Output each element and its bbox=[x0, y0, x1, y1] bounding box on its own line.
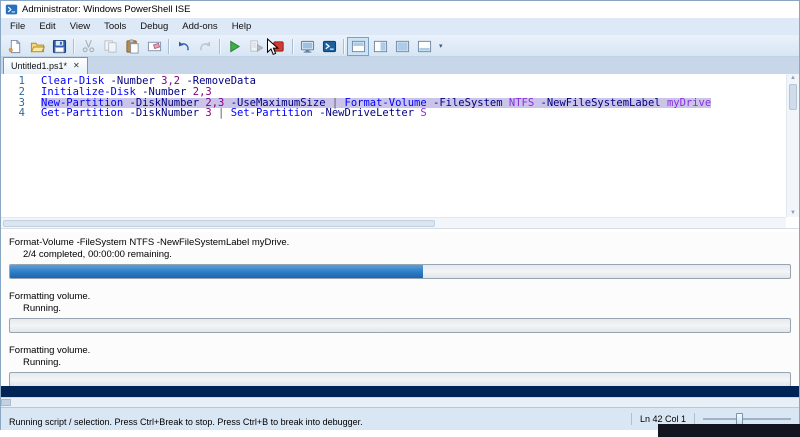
tab-untitled1[interactable]: Untitled1.ps1* ✕ bbox=[3, 57, 88, 74]
progress-child-2: Formatting volume. Running. bbox=[1, 345, 799, 386]
script-pane-right-icon bbox=[373, 39, 388, 54]
cut-icon bbox=[81, 39, 96, 54]
toolbar-separator bbox=[219, 38, 220, 54]
screen: Administrator: Windows PowerShell ISE Fi… bbox=[0, 0, 800, 437]
menu-item-view[interactable]: View bbox=[63, 19, 97, 34]
line-number: 4 bbox=[18, 107, 25, 120]
horizontal-scroll-thumb[interactable] bbox=[3, 220, 435, 227]
progress-activity: Format-Volume -FileSystem NTFS -NewFileS… bbox=[9, 237, 290, 248]
menu-item-edit[interactable]: Edit bbox=[32, 19, 62, 34]
paste-button[interactable] bbox=[121, 37, 143, 56]
menu-item-addons[interactable]: Add-ons bbox=[175, 19, 224, 34]
window-title: Administrator: Windows PowerShell ISE bbox=[22, 4, 191, 15]
progress-activity: Formatting volume. bbox=[9, 291, 91, 302]
progress-child-1: Formatting volume. Running. bbox=[1, 291, 799, 333]
code-line-4[interactable]: 4 Get-Partition -DiskNumber 3 | Set-Parti… bbox=[1, 108, 786, 119]
cursor-position: Ln 42 Col 1 bbox=[639, 414, 686, 424]
zoom-slider-track bbox=[703, 418, 791, 420]
menu-bar: File Edit View Tools Debug Add-ons Help bbox=[1, 18, 799, 36]
clear-console-pane-button[interactable] bbox=[143, 37, 165, 56]
progress-bar bbox=[9, 372, 791, 386]
run-script-icon bbox=[227, 39, 242, 54]
lower-horizontal-scrollbar[interactable] bbox=[1, 397, 799, 407]
script-pane-maximized-icon bbox=[395, 39, 410, 54]
scroll-down-icon[interactable]: ▼ bbox=[787, 210, 799, 216]
toolbar-separator bbox=[292, 38, 293, 54]
start-powershell-button[interactable] bbox=[318, 37, 340, 56]
editor-horizontal-scrollbar[interactable] bbox=[1, 217, 786, 228]
powershell-ise-window: Administrator: Windows PowerShell ISE Fi… bbox=[0, 0, 800, 430]
undo-icon bbox=[176, 39, 191, 54]
menu-item-debug[interactable]: Debug bbox=[133, 19, 175, 34]
new-remote-powershell-tab-icon bbox=[300, 39, 315, 54]
open-script-button[interactable] bbox=[26, 37, 48, 56]
scroll-up-icon[interactable]: ▲ bbox=[787, 75, 799, 81]
status-separator bbox=[630, 413, 632, 425]
paste-icon bbox=[125, 38, 140, 54]
toolbar-separator bbox=[73, 38, 74, 54]
taskbar-fragment bbox=[658, 424, 800, 437]
toolbar-separator bbox=[343, 38, 344, 54]
vertical-scroll-thumb[interactable] bbox=[789, 84, 797, 110]
code-text: Get-Partition -DiskNumber 3 | Set-Partit… bbox=[41, 107, 427, 120]
run-script-button[interactable] bbox=[223, 37, 245, 56]
powershell-app-icon bbox=[5, 3, 18, 16]
toolbar-overflow-chevron-icon[interactable]: ▾ bbox=[435, 42, 447, 50]
mouse-cursor-icon bbox=[267, 38, 279, 56]
copy-button[interactable] bbox=[99, 37, 121, 56]
cut-button[interactable] bbox=[77, 37, 99, 56]
menu-item-tools[interactable]: Tools bbox=[97, 19, 133, 34]
script-pane-right-button[interactable] bbox=[369, 37, 391, 56]
toolbar: ▾ bbox=[1, 36, 799, 57]
open-script-icon bbox=[30, 39, 45, 54]
progress-main: Format-Volume -FileSystem NTFS -NewFileS… bbox=[1, 237, 799, 279]
run-selection-icon bbox=[249, 39, 264, 54]
title-bar[interactable]: Administrator: Windows PowerShell ISE bbox=[1, 1, 799, 18]
progress-status: Running. bbox=[23, 357, 62, 368]
save-script-button[interactable] bbox=[48, 37, 70, 56]
run-selection-button[interactable] bbox=[245, 37, 267, 56]
progress-bar bbox=[9, 264, 791, 279]
clear-console-pane-icon bbox=[147, 39, 162, 54]
progress-status: 2/4 completed, 00:00:00 remaining. bbox=[23, 249, 172, 260]
script-editor-pane[interactable]: 1 Clear-Disk -Number 3,2 -RemoveData 2 Init… bbox=[1, 74, 799, 228]
menu-item-help[interactable]: Help bbox=[225, 19, 259, 34]
tab-bar: Untitled1.ps1* ✕ bbox=[1, 57, 799, 74]
progress-bar bbox=[9, 318, 791, 333]
start-powershell-icon bbox=[322, 39, 337, 54]
new-script-button[interactable] bbox=[4, 37, 26, 56]
lower-scroll-thumb[interactable] bbox=[1, 399, 11, 406]
script-pane-top-button[interactable] bbox=[347, 36, 369, 56]
undo-button[interactable] bbox=[172, 37, 194, 56]
editor-vertical-scrollbar[interactable]: ▲ ▼ bbox=[786, 74, 799, 217]
show-command-window-button[interactable] bbox=[413, 37, 435, 56]
status-message: Running script / selection. Press Ctrl+B… bbox=[9, 417, 363, 427]
script-pane-maximized-button[interactable] bbox=[391, 37, 413, 56]
new-remote-powershell-tab-button[interactable] bbox=[296, 37, 318, 56]
show-command-window-icon bbox=[417, 39, 432, 54]
redo-icon bbox=[198, 39, 213, 54]
toolbar-separator bbox=[168, 38, 169, 54]
script-pane-top-icon bbox=[351, 39, 366, 54]
progress-bar-fill bbox=[10, 265, 424, 278]
progress-activity: Formatting volume. bbox=[9, 345, 91, 356]
progress-pane: Format-Volume -FileSystem NTFS -NewFileS… bbox=[1, 232, 799, 386]
console-pane-collapsed[interactable] bbox=[1, 386, 799, 397]
code-area[interactable]: 1 Clear-Disk -Number 3,2 -RemoveData 2 Init… bbox=[1, 76, 786, 217]
save-script-icon bbox=[52, 39, 67, 54]
tab-label: Untitled1.ps1* bbox=[11, 61, 68, 71]
redo-button[interactable] bbox=[194, 37, 216, 56]
menu-item-file[interactable]: File bbox=[3, 19, 32, 34]
new-script-icon bbox=[8, 39, 23, 54]
copy-icon bbox=[103, 39, 118, 54]
line-number: 2 bbox=[18, 85, 25, 98]
close-tab-icon[interactable]: ✕ bbox=[73, 62, 80, 70]
progress-status: Running. bbox=[23, 303, 62, 314]
